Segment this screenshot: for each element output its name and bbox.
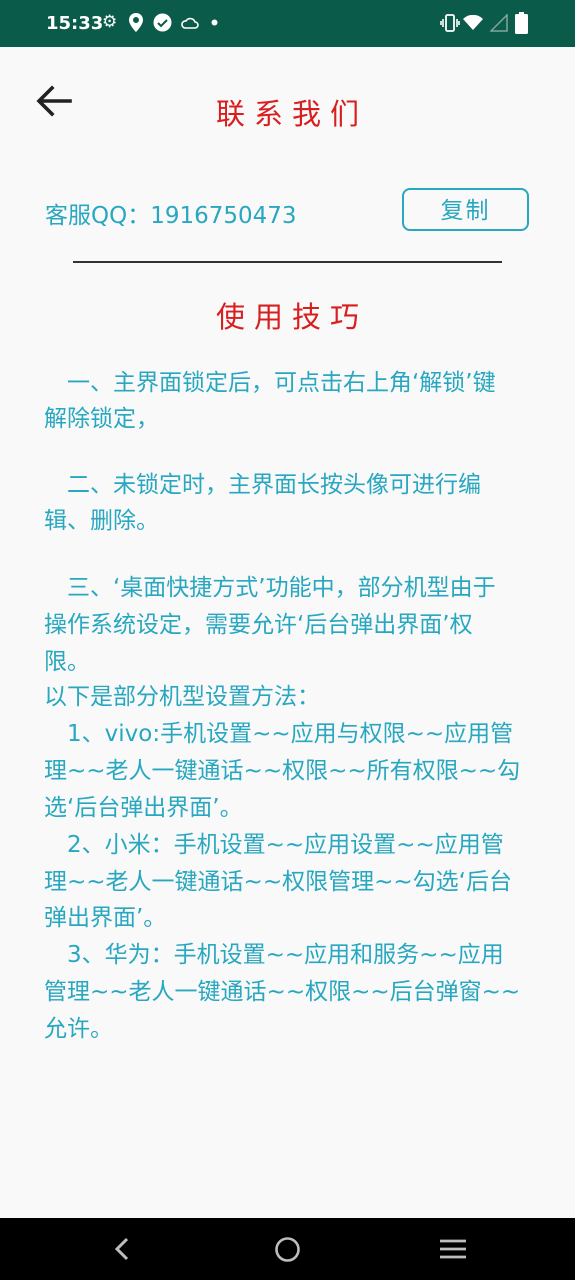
divider: [73, 261, 502, 263]
tip-line: 弹出界面’。: [44, 905, 167, 931]
tip-line: 一、主界面锁定后，可点击右上角‘解锁’键: [44, 370, 496, 396]
cloud-icon: [181, 17, 199, 29]
home-icon[interactable]: [274, 1236, 301, 1263]
tip-line: 操作系统设定，需要允许‘后台弹出界面’权: [44, 612, 473, 638]
tips-title: 使用技巧: [215, 300, 368, 334]
tip-line: 以下是部分机型设置方法：: [44, 684, 320, 710]
tip-line: 理~~老人一键通话~~权限管理~~勾选‘后台: [44, 869, 512, 895]
tip-line: 允许。: [44, 1016, 113, 1042]
page-title: 联系我们: [215, 97, 368, 131]
status-time: 15:33: [46, 13, 104, 34]
battery-icon: [515, 12, 528, 34]
tip-line: 管理~~老人一键通话~~权限~~后台弹窗~~: [44, 979, 521, 1005]
wifi-icon: [463, 15, 483, 30]
qq-contact-text: 客服QQ：1916750473: [45, 203, 297, 229]
tip-line: 三、‘桌面快捷方式’功能中，部分机型由于: [44, 575, 496, 601]
tip-line: 3、华为：手机设置~~应用和服务~~应用: [44, 942, 504, 968]
tip-line: 选‘后台弹出界面’。: [44, 795, 243, 821]
tip-line: 二、未锁定时，主界面长按头像可进行编: [44, 472, 481, 498]
tip-line: 2、小米：手机设置~~应用设置~~应用管: [44, 832, 504, 858]
navigation-bar: [0, 1218, 575, 1280]
recents-icon[interactable]: [440, 1238, 466, 1260]
status-bar: 15:33 ⚙: [0, 0, 575, 47]
copy-button[interactable]: 复制: [402, 188, 529, 231]
signal-icon: [490, 14, 508, 32]
gear-icon: ⚙: [102, 12, 118, 32]
tip-line: 限。: [44, 649, 90, 675]
back-icon[interactable]: [112, 1237, 132, 1261]
location-icon: [129, 13, 143, 32]
tip-line: 解除锁定，: [44, 406, 159, 432]
tip-line: 1、vivo:手机设置~~应用与权限~~应用管: [44, 721, 514, 747]
check-circle-icon: [153, 13, 172, 32]
tip-line: 理~~老人一键通话~~权限~~所有权限~~勾: [44, 758, 521, 784]
vibrate-icon: [440, 14, 460, 32]
tip-line: 辑、删除。: [44, 508, 159, 534]
dot-icon: [211, 19, 218, 26]
